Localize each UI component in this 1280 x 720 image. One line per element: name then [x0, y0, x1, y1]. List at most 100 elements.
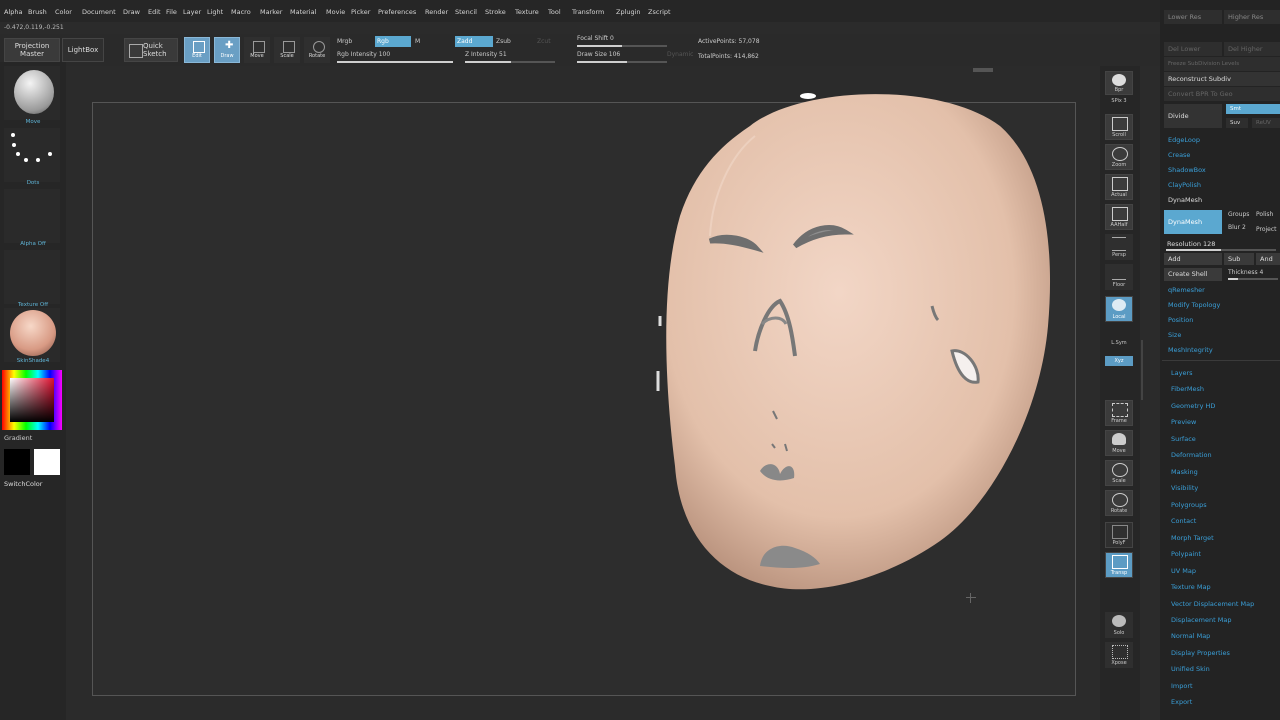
bpr-button[interactable]: Bpr — [1105, 71, 1133, 95]
polish-toggle[interactable]: Polish — [1256, 211, 1273, 218]
zadd-toggle[interactable]: Zadd — [455, 36, 493, 47]
gradient-label[interactable]: Gradient — [4, 434, 32, 442]
color-saturation-square[interactable] — [10, 378, 54, 422]
menu-texture[interactable]: Texture — [515, 8, 539, 16]
surface-section[interactable]: Surface — [1171, 435, 1196, 443]
menu-brush[interactable]: Brush — [28, 8, 47, 16]
color-picker[interactable] — [2, 370, 62, 430]
vector-displacement-map-section[interactable]: Vector Displacement Map — [1171, 600, 1254, 608]
toolbar-scroll-handle[interactable] — [973, 68, 993, 72]
menu-stencil[interactable]: Stencil — [455, 8, 477, 16]
mrgb-toggle[interactable]: Mrgb — [337, 38, 352, 45]
higher-res-button[interactable]: Higher Res — [1224, 10, 1280, 24]
menu-tool[interactable]: Tool — [548, 8, 561, 16]
suv-toggle[interactable]: Suv — [1226, 118, 1248, 128]
rotate-button[interactable]: Rotate — [304, 37, 330, 63]
move-button[interactable]: Move — [244, 37, 270, 63]
menu-alpha[interactable]: Alpha — [4, 8, 22, 16]
menu-document[interactable]: Document — [82, 8, 116, 16]
edgeloop-section[interactable]: EdgeLoop — [1168, 136, 1200, 144]
menu-material[interactable]: Material — [290, 8, 316, 16]
stroke-thumbnail[interactable] — [4, 128, 60, 182]
frame-button[interactable]: Frame — [1105, 400, 1133, 426]
menu-stroke[interactable]: Stroke — [485, 8, 506, 16]
spix-label[interactable]: SPix 3 — [1105, 98, 1133, 104]
menu-zplugin[interactable]: Zplugin — [616, 8, 641, 16]
normal-map-section[interactable]: Normal Map — [1171, 632, 1210, 640]
texture-thumbnail[interactable] — [4, 250, 60, 304]
project-toggle[interactable]: Project — [1256, 226, 1277, 233]
draw-button[interactable]: ✚ Draw — [214, 37, 240, 63]
persp-button[interactable]: Persp — [1105, 234, 1133, 260]
reconstruct-subdiv-button[interactable]: Reconstruct Subdiv — [1164, 72, 1280, 86]
visibility-section[interactable]: Visibility — [1171, 484, 1198, 492]
aahalf-button[interactable]: AAHalf — [1105, 204, 1133, 230]
alpha-thumbnail[interactable] — [4, 189, 60, 243]
zoom-button[interactable]: Zoom — [1105, 144, 1133, 170]
contact-section[interactable]: Contact — [1171, 517, 1196, 525]
meshintegrity-section[interactable]: MeshIntegrity — [1168, 346, 1213, 354]
menu-color[interactable]: Color — [55, 8, 72, 16]
crease-section[interactable]: Crease — [1168, 151, 1190, 159]
displacement-map-section[interactable]: Displacement Map — [1171, 616, 1231, 624]
create-shell-button[interactable]: Create Shell — [1164, 268, 1222, 281]
rotate-view-button[interactable]: Rotate — [1105, 490, 1133, 516]
menu-draw[interactable]: Draw — [123, 8, 140, 16]
secondary-color-swatch[interactable] — [4, 449, 30, 475]
dynamesh-header[interactable]: DynaMesh — [1168, 196, 1202, 204]
menu-transform[interactable]: Transform — [572, 8, 604, 16]
quick-sketch-button[interactable]: Quick Sketch — [124, 38, 178, 62]
thickness-slider[interactable]: Thickness 4 — [1228, 269, 1263, 276]
resolution-slider[interactable] — [1166, 249, 1276, 251]
move-view-button[interactable]: Move — [1105, 430, 1133, 456]
material-thumbnail[interactable] — [4, 308, 60, 362]
groups-toggle[interactable]: Groups — [1228, 211, 1249, 218]
dynamesh-button[interactable]: DynaMesh — [1164, 210, 1222, 234]
modify-topology-section[interactable]: Modify Topology — [1168, 301, 1220, 309]
texture-map-section[interactable]: Texture Map — [1171, 583, 1211, 591]
reuv-toggle[interactable]: ReUV — [1252, 118, 1280, 128]
scale-button[interactable]: Scale — [274, 37, 300, 63]
morph-target-section[interactable]: Morph Target — [1171, 534, 1214, 542]
right-shelf-scrollbar[interactable] — [1141, 340, 1143, 400]
zcut-toggle[interactable]: Zcut — [537, 38, 551, 45]
m-toggle[interactable]: M — [415, 38, 420, 45]
and-button[interactable]: And — [1256, 253, 1280, 265]
scale-view-button[interactable]: Scale — [1105, 460, 1133, 486]
main-color-swatch[interactable] — [34, 449, 60, 475]
polyf-button[interactable]: PolyF — [1105, 522, 1133, 548]
menu-marker[interactable]: Marker — [260, 8, 282, 16]
menu-file[interactable]: File — [166, 8, 177, 16]
projection-master-button[interactable]: Projection Master — [4, 38, 60, 62]
brush-thumbnail[interactable] — [4, 66, 60, 120]
menu-light[interactable]: Light — [207, 8, 223, 16]
uv-map-section[interactable]: UV Map — [1171, 567, 1196, 575]
xpose-button[interactable]: Xpose — [1105, 642, 1133, 668]
menu-zscript[interactable]: Zscript — [648, 8, 671, 16]
lightbox-button[interactable]: LightBox — [62, 38, 104, 62]
freeze-subdivision-button[interactable]: Freeze SubDivision Levels — [1164, 57, 1280, 71]
fibermesh-section[interactable]: FiberMesh — [1171, 385, 1204, 393]
menu-edit[interactable]: Edit — [148, 8, 161, 16]
geometry-hd-section[interactable]: Geometry HD — [1171, 402, 1215, 410]
sculpted-head-model[interactable] — [640, 86, 1070, 598]
smt-toggle[interactable]: Smt — [1226, 104, 1280, 114]
draw-size-slider[interactable] — [577, 61, 667, 63]
rgb-intensity-slider[interactable] — [337, 61, 453, 63]
sub-button[interactable]: Sub — [1224, 253, 1254, 265]
masking-section[interactable]: Masking — [1171, 468, 1198, 476]
thickness-slider-track[interactable] — [1228, 278, 1278, 280]
menu-preferences[interactable]: Preferences — [378, 8, 416, 16]
blur-slider[interactable]: Blur 2 — [1228, 224, 1246, 231]
convert-bpr-button[interactable]: Convert BPR To Geo — [1164, 87, 1280, 101]
transp-button[interactable]: Transp — [1105, 552, 1133, 578]
export-section[interactable]: Export — [1171, 698, 1192, 706]
deformation-section[interactable]: Deformation — [1171, 451, 1212, 459]
switch-color-button[interactable]: SwitchColor — [4, 480, 42, 488]
polypaint-section[interactable]: Polypaint — [1171, 550, 1201, 558]
display-properties-section[interactable]: Display Properties — [1171, 649, 1230, 657]
menu-picker[interactable]: Picker — [351, 8, 370, 16]
layers-section[interactable]: Layers — [1171, 369, 1193, 377]
position-section[interactable]: Position — [1168, 316, 1193, 324]
scroll-button[interactable]: Scroll — [1105, 114, 1133, 140]
